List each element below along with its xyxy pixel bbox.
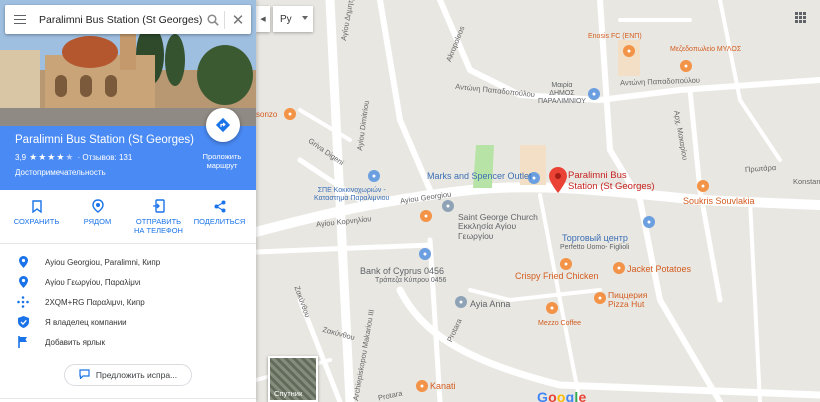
search-box[interactable]: Paralimni Bus Station (St Georges) ✕ bbox=[5, 5, 251, 34]
shopping-icon[interactable]: ● bbox=[368, 170, 380, 182]
poi-label: Perfetto Uomo- Figlioli bbox=[560, 244, 630, 251]
satellite-toggle-button[interactable]: Спутник bbox=[268, 356, 318, 402]
bookmark-icon bbox=[31, 198, 42, 214]
poi-label: Μεζεδοπωλείο ΜΥΛΟΣ bbox=[670, 46, 742, 53]
search-icon[interactable] bbox=[202, 5, 224, 34]
satellite-label: Спутник bbox=[274, 389, 303, 398]
destination-label: Paralimni Bus Station (St Georges) bbox=[568, 170, 655, 192]
place-panel: Paralimni Bus Station (St Georges) ✕ Par… bbox=[0, 0, 256, 402]
restaurant-icon[interactable]: ● bbox=[697, 180, 709, 192]
poi-label: ΣΠΕ Κοκκινοχωριών - Καταστημα Παραλιμνιο… bbox=[314, 187, 390, 203]
search-input[interactable]: Paralimni Bus Station (St Georges) bbox=[35, 14, 202, 26]
poi-label: Saint George Church Εκκλησία Αγίου Γεωργ… bbox=[458, 212, 538, 241]
poi-label: Ayia Anna bbox=[470, 299, 511, 309]
poi-label: Kanati bbox=[430, 381, 456, 391]
restaurant-icon[interactable]: ● bbox=[613, 262, 625, 274]
poi-label: Soukris Souvlakia bbox=[683, 196, 755, 206]
directions-label: Проложить маршрут bbox=[202, 152, 242, 170]
send-to-phone-icon bbox=[152, 198, 165, 214]
directions-icon bbox=[215, 117, 231, 133]
poi-label: Τράπεζα Κύπρου 0456 bbox=[375, 277, 447, 284]
plus-code-icon bbox=[16, 296, 30, 308]
address-row[interactable]: Ayiou Georgiou, Paralimni, Кипр bbox=[0, 252, 256, 272]
claim-business-row[interactable]: Я владелец компании bbox=[0, 312, 256, 332]
poi-label: sonzo bbox=[256, 110, 278, 119]
plus-code-row[interactable]: 2XQM+RG Παραλιμνι, Кипр bbox=[0, 292, 256, 312]
flag-icon bbox=[16, 336, 30, 348]
send-to-phone-button[interactable]: ОТПРАВИТЬ НА ТЕЛЕФОН bbox=[131, 198, 187, 243]
poi-label: Пиццерия Pizza Hut bbox=[608, 290, 648, 310]
poi-label: Торговый центр bbox=[562, 233, 628, 243]
restaurant-icon[interactable]: ● bbox=[560, 258, 572, 270]
language-select[interactable]: Ру bbox=[273, 6, 313, 32]
menu-icon[interactable] bbox=[5, 5, 35, 34]
church-icon[interactable]: ● bbox=[442, 200, 454, 212]
directions-button[interactable] bbox=[206, 108, 240, 142]
poi-label: Jacket Potatoes bbox=[627, 264, 692, 274]
nearby-icon bbox=[91, 198, 104, 214]
location-pin-icon bbox=[16, 276, 30, 288]
restaurant-icon[interactable]: ● bbox=[680, 60, 692, 72]
suggest-edit-label: Предложить испра... bbox=[95, 370, 178, 380]
share-icon bbox=[214, 198, 226, 214]
poi-label: Bank of Cyprus 0456 bbox=[360, 266, 445, 276]
location-pin-icon bbox=[16, 256, 30, 268]
info-list: Ayiou Georgiou, Paralimni, Кипр Αγίου Γε… bbox=[0, 252, 256, 352]
close-icon[interactable]: ✕ bbox=[225, 5, 251, 34]
poi-label: Μαιρία ΔΗΜΟΣ ΠΑΡΑΛΙΜΝΙΟΥ bbox=[538, 82, 586, 106]
suggest-edit-button[interactable]: Предложить испра... bbox=[64, 364, 192, 386]
feedback-icon bbox=[79, 369, 90, 381]
destination-marker-icon[interactable] bbox=[549, 167, 567, 193]
poi-label: Mezzo Coffee bbox=[538, 320, 582, 327]
restaurant-icon[interactable]: ● bbox=[594, 292, 606, 304]
nearby-button[interactable]: РЯДОМ bbox=[70, 198, 126, 243]
chevron-left-icon: ◀ bbox=[260, 16, 266, 23]
verified-shield-icon bbox=[16, 316, 30, 328]
shopping-icon[interactable]: ● bbox=[643, 216, 655, 228]
bank-icon[interactable]: ● bbox=[419, 248, 431, 260]
cafe-icon[interactable]: ● bbox=[546, 302, 558, 314]
poi-label: Enosis FC (ΕΝΠ) bbox=[588, 33, 642, 40]
rating-value: 3,9 bbox=[15, 152, 27, 162]
cafe-icon[interactable]: ● bbox=[420, 210, 432, 222]
save-button[interactable]: СОХРАНИТЬ bbox=[9, 198, 65, 243]
reviews-link[interactable]: · Отзывов: 131 bbox=[77, 153, 132, 162]
local-address-row[interactable]: Αγίου Γεωργίου, Παραλίμνι bbox=[0, 272, 256, 292]
restaurant-icon[interactable]: ● bbox=[284, 108, 296, 120]
apps-grid-icon[interactable] bbox=[795, 12, 806, 23]
language-value: Ру bbox=[280, 13, 292, 25]
rating-stars[interactable]: ★★★★★ bbox=[29, 152, 74, 163]
restaurant-icon[interactable]: ● bbox=[416, 380, 428, 392]
poi-label: Crispy Fried Chicken bbox=[515, 271, 599, 281]
google-logo: Google bbox=[537, 389, 587, 402]
church-icon[interactable]: ● bbox=[455, 296, 467, 308]
add-label-row[interactable]: Добавить ярлык bbox=[0, 332, 256, 352]
road-label: Konstanti bbox=[793, 177, 820, 186]
collapse-panel-button[interactable]: ◀ bbox=[256, 6, 270, 32]
share-button[interactable]: ПОДЕЛИТЬСЯ bbox=[192, 198, 248, 243]
chevron-down-icon bbox=[302, 16, 308, 20]
sports-icon[interactable]: ● bbox=[623, 45, 635, 57]
place-title: Paralimni Bus Station (St Georges) bbox=[15, 134, 194, 146]
poi-label: Marks and Spencer Outlet bbox=[427, 171, 532, 181]
city-hall-icon[interactable]: ● bbox=[588, 88, 600, 100]
action-bar: СОХРАНИТЬ РЯДОМ ОТПРАВИТЬ НА ТЕЛЕФОН ПОД… bbox=[0, 190, 256, 244]
